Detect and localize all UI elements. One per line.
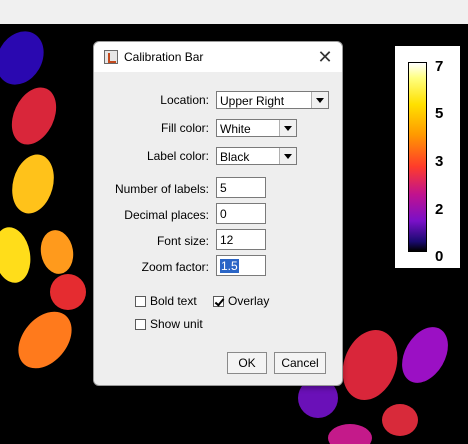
blob-orange [40,230,74,274]
cal-label-5: 5 [435,105,444,122]
number-of-labels-label: Number of labels: [114,182,209,196]
fill-color-label: Fill color: [160,121,209,135]
window-top-strip [0,0,468,24]
decimal-places-input[interactable]: 0 [216,203,266,224]
blob-blue [0,31,44,85]
font-size-input[interactable]: 12 [216,229,266,250]
blob-orange-2 [18,311,72,369]
blob-red-3 [342,330,398,400]
dialog-title: Calibration Bar [124,50,204,64]
ok-button[interactable]: OK [227,352,267,374]
dropdown-arrow-icon [279,148,296,164]
calibration-bar-dialog: Calibration Bar ✕ Location: Upper Right … [93,41,343,386]
bold-text-label: Bold text [150,294,197,308]
fill-color-value: White [220,122,251,136]
zoom-factor-value: 1.5 [220,259,239,273]
overlay-label: Overlay [228,294,270,308]
calibration-gradient [408,62,427,252]
font-size-label: Font size: [156,234,209,248]
java-app-icon [104,50,118,64]
blob-red-4 [382,404,418,436]
calibration-bar: 7 5 3 2 0 [395,46,460,268]
location-label: Location: [160,93,209,107]
cal-label-0: 0 [435,248,444,265]
bold-text-checkbox[interactable] [135,296,146,307]
cal-label-2: 2 [435,201,444,218]
dialog-title-bar[interactable]: Calibration Bar ✕ [94,42,342,72]
number-of-labels-value: 5 [220,181,227,195]
label-color-label: Label color: [146,149,209,163]
zoom-factor-input[interactable]: 1.5 [216,255,266,276]
location-select[interactable]: Upper Right [216,91,329,109]
overlay-checkbox[interactable] [213,296,224,307]
blob-red [11,87,57,145]
decimal-places-label: Decimal places: [124,208,209,222]
decimal-places-value: 0 [220,207,227,221]
dropdown-arrow-icon [279,120,296,136]
cal-label-3: 3 [435,153,444,170]
close-icon[interactable]: ✕ [314,46,336,68]
cal-label-7: 7 [435,58,444,75]
dropdown-arrow-icon [311,92,328,108]
blob-red-2 [50,274,86,310]
blob-yellow-2 [0,227,31,283]
font-size-value: 12 [220,233,234,247]
fill-color-select[interactable]: White [216,119,297,137]
label-color-select[interactable]: Black [216,147,297,165]
number-of-labels-input[interactable]: 5 [216,177,266,198]
blob-purple [402,327,448,383]
zoom-factor-label: Zoom factor: [141,260,209,274]
blob-magenta [328,424,372,444]
show-unit-checkbox[interactable] [135,319,146,330]
label-color-value: Black [220,150,250,164]
blob-yellow [12,154,54,214]
location-value: Upper Right [220,94,285,108]
cancel-button[interactable]: Cancel [274,352,326,374]
show-unit-label: Show unit [150,317,203,331]
